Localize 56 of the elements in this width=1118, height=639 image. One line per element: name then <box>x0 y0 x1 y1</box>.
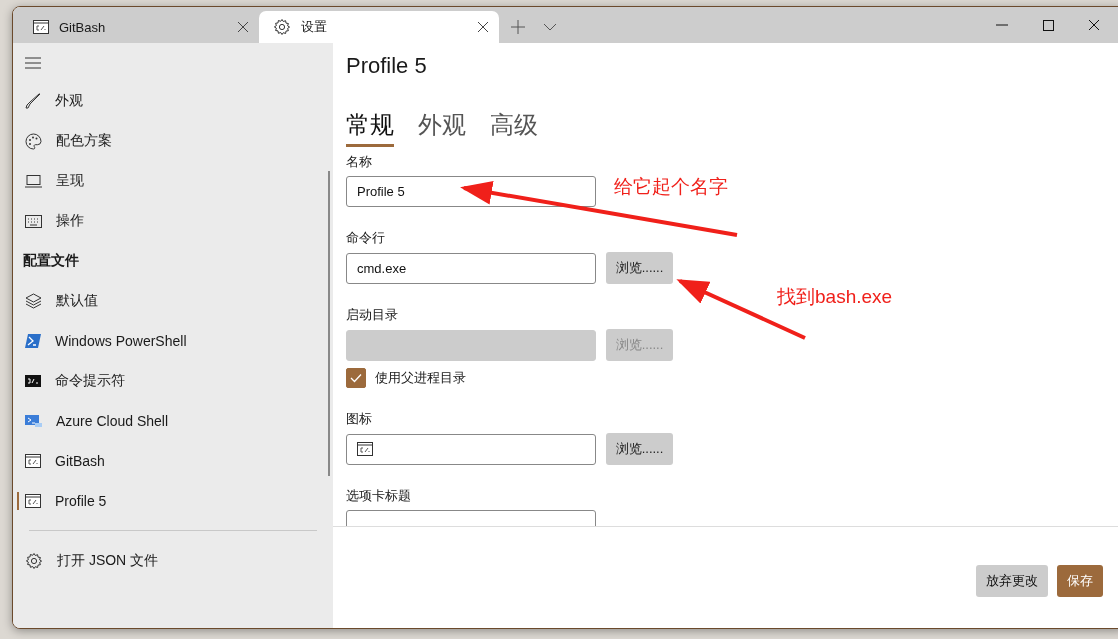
layers-icon <box>25 293 42 309</box>
discard-button[interactable]: 放弃更改 <box>976 564 1048 597</box>
terminal-icon <box>33 20 49 34</box>
settings-icon <box>273 18 291 36</box>
close-icon[interactable] <box>237 21 249 33</box>
new-tab-icon[interactable] <box>511 20 525 34</box>
sidebar-item[interactable]: Windows PowerShell <box>13 321 333 361</box>
sidebar-item[interactable]: GitBash <box>13 441 333 481</box>
settings-icon <box>25 552 43 570</box>
brush-icon <box>25 93 41 109</box>
sidebar-item[interactable]: Azure Cloud Shell <box>13 401 333 441</box>
field-label: 命令行 <box>346 229 386 247</box>
sidebar-item[interactable]: 外观 <box>13 81 333 121</box>
tab[interactable]: 设置 <box>259 11 499 43</box>
terminal-icon <box>357 442 373 456</box>
field-label: 选项卡标题 <box>346 487 412 505</box>
close-icon[interactable] <box>477 21 489 33</box>
sidebar-item[interactable]: 配色方案 <box>13 121 333 161</box>
terminal-icon <box>25 454 41 468</box>
sidebar-item[interactable]: 呈现 <box>13 161 333 201</box>
save-button[interactable]: 保存 <box>1057 564 1103 597</box>
annotation-text: 找到bash.exe <box>777 285 893 309</box>
scrollbar[interactable] <box>328 171 330 476</box>
close-icon[interactable] <box>1088 19 1100 31</box>
sidebar-item[interactable]: 默认值 <box>13 281 333 321</box>
pivot-tab[interactable]: 外观 <box>418 109 466 147</box>
powershell-icon <box>25 334 41 348</box>
menu-icon[interactable] <box>25 57 41 69</box>
icon-field[interactable] <box>346 433 596 465</box>
field-label: 名称 <box>346 153 373 171</box>
maximize-icon[interactable] <box>1042 19 1054 31</box>
text-field[interactable]: cmd.exe <box>346 252 596 284</box>
sidebar-item[interactable]: 打开 JSON 文件 <box>13 541 333 581</box>
laptop-icon <box>25 174 42 188</box>
dropdown-icon[interactable] <box>543 23 557 31</box>
page-title: Profile 5 <box>346 52 428 80</box>
azure-shell-icon <box>25 415 42 427</box>
pivot-tab[interactable]: 高级 <box>490 109 538 147</box>
sidebar-item[interactable]: 命令提示符 <box>13 361 333 401</box>
tab[interactable]: GitBash <box>19 11 259 43</box>
browse-button[interactable]: 浏览...... <box>606 252 673 284</box>
terminal-icon <box>25 494 41 508</box>
browse-button[interactable]: 浏览...... <box>606 433 673 465</box>
sidebar-item[interactable]: Profile 5 <box>13 481 333 521</box>
text-field[interactable]: Profile 5 <box>346 176 596 207</box>
keyboard-icon <box>25 214 42 228</box>
command-prompt-icon <box>25 375 41 387</box>
field-label: 启动目录 <box>346 306 399 324</box>
section-heading: 配置文件 <box>22 251 80 270</box>
checkbox-label: 使用父进程目录 <box>375 369 466 387</box>
palette-icon <box>25 132 42 150</box>
sidebar-item[interactable]: 操作 <box>13 201 333 241</box>
pivot-tab[interactable]: 常规 <box>346 109 394 147</box>
field-label: 图标 <box>346 410 373 428</box>
annotation-text: 给它起个名字 <box>614 175 728 199</box>
check-icon <box>350 373 362 383</box>
